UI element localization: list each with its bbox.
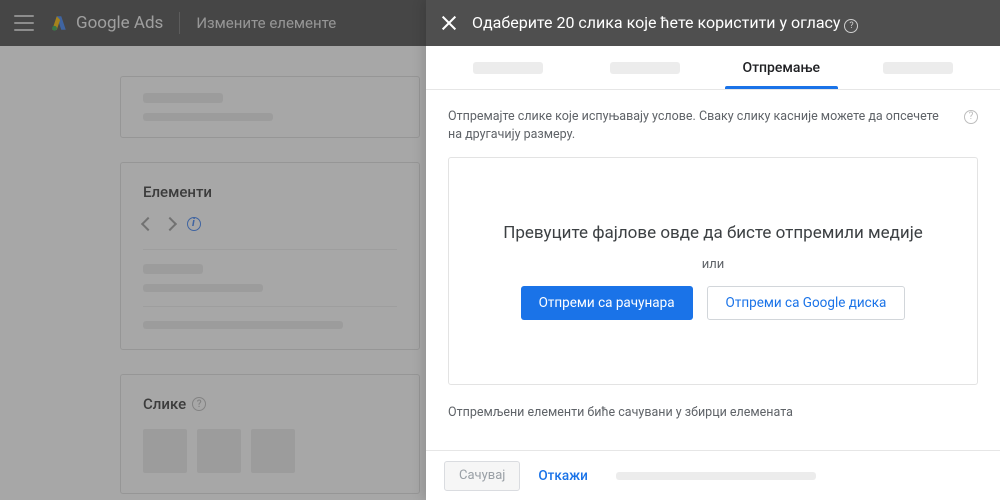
upload-from-drive-button[interactable]: Отпреми са Google диска [707,286,906,320]
modal-backdrop[interactable] [0,0,426,500]
modal-footer: Сачувај Откажи [426,450,1000,500]
tab-placeholder-2[interactable] [577,46,714,89]
modal-header: Одаберите 20 слика које ћете користити у… [426,0,1000,46]
upload-hint: Отпремајте слике које испуњавају услове.… [448,108,978,143]
tab-placeholder-3[interactable] [850,46,987,89]
upload-note: Отпремљени елементи биће сачувани у збир… [448,405,978,420]
tab-upload[interactable]: Отпремање [713,46,850,89]
save-button[interactable]: Сачувај [444,461,520,491]
help-icon[interactable]: ? [844,19,858,33]
cancel-button[interactable]: Откажи [538,468,587,484]
help-icon[interactable]: ? [964,110,978,124]
upload-from-computer-button[interactable]: Отпреми са рачунара [521,286,693,320]
modal-body: Отпремајте слике које испуњавају услове.… [426,90,1000,450]
modal-title: Одаберите 20 слика које ћете користити у… [472,13,858,33]
footer-placeholder [606,472,982,480]
dropzone-title: Превуците фајлове овде да бисте отпремил… [503,223,923,243]
modal-tabs: Отпремање [426,46,1000,90]
image-picker-modal: Одаберите 20 слика које ћете користити у… [426,0,1000,500]
upload-dropzone[interactable]: Превуците фајлове овде да бисте отпремил… [448,157,978,385]
close-icon[interactable] [440,14,458,32]
dropzone-or: или [702,257,725,272]
tab-placeholder-1[interactable] [440,46,577,89]
